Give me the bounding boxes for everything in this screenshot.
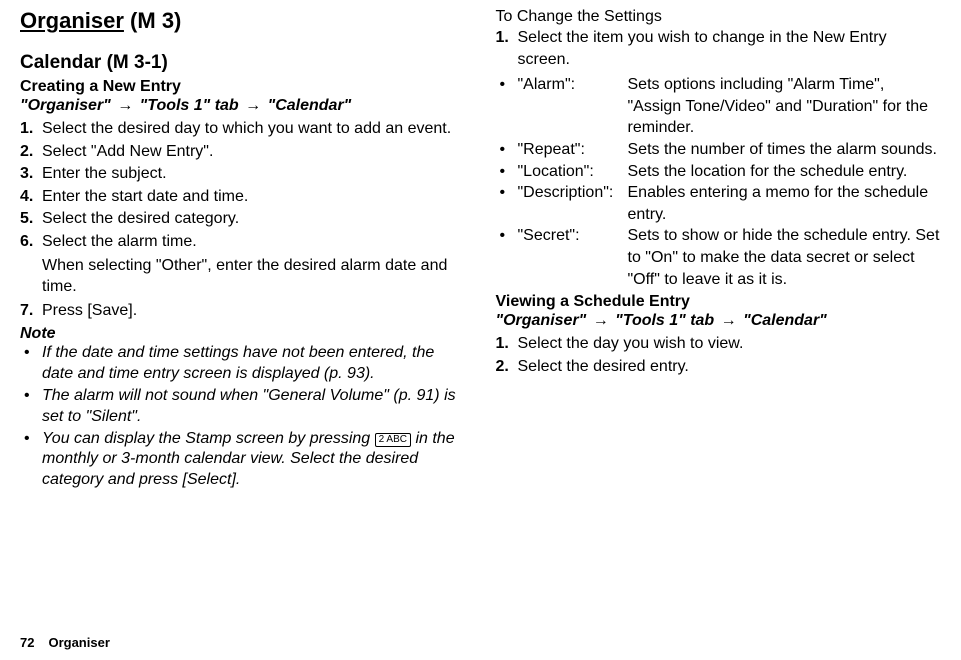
key-2-icon: 2 ABC bbox=[375, 433, 411, 447]
note-item: The alarm will not sound when "General V… bbox=[20, 386, 466, 428]
creating-title: Creating a New Entry bbox=[20, 78, 466, 96]
note-item: If the date and time settings have not b… bbox=[20, 343, 466, 385]
step-item: Select the desired day to which you want… bbox=[20, 118, 466, 140]
arrow-icon: → bbox=[117, 97, 133, 114]
setting-term: "Alarm": bbox=[518, 74, 628, 139]
setting-row: "Alarm": Sets options including "Alarm T… bbox=[496, 74, 942, 139]
arrow-icon: → bbox=[721, 312, 737, 329]
setting-row: "Description": Enables entering a memo f… bbox=[496, 182, 942, 225]
setting-term: "Location": bbox=[518, 161, 628, 183]
calendar-heading: Calendar (M 3-1) bbox=[20, 52, 466, 74]
setting-desc: Sets the number of times the alarm sound… bbox=[628, 139, 942, 161]
change-settings-title: To Change the Settings bbox=[496, 8, 942, 26]
step-item: Select the day you wish to view. bbox=[496, 333, 942, 355]
note-item: You can display the Stamp screen by pres… bbox=[20, 429, 466, 491]
page-footer: 72 Organiser bbox=[20, 635, 110, 650]
step-item: Enter the subject. bbox=[20, 163, 466, 185]
nav2: "Tools 1" tab bbox=[615, 312, 714, 329]
page-number: 72 bbox=[20, 635, 34, 650]
setting-term: "Description": bbox=[518, 182, 628, 225]
nav-path-creating: "Organiser" → "Tools 1" tab → "Calendar" bbox=[20, 97, 466, 115]
nav3: "Calendar" bbox=[268, 97, 352, 114]
step-item: Select the item you wish to change in th… bbox=[496, 27, 942, 70]
nav1: "Organiser" bbox=[20, 97, 111, 114]
step-item: Enter the start date and time. bbox=[20, 186, 466, 208]
nav-path-viewing: "Organiser" → "Tools 1" tab → "Calendar" bbox=[496, 312, 942, 330]
setting-desc: Sets to show or hide the schedule entry.… bbox=[628, 225, 942, 290]
step6-note: When selecting "Other", enter the desire… bbox=[20, 255, 466, 298]
step-item: Select "Add New Entry". bbox=[20, 141, 466, 163]
page-heading: Organiser (M 3) bbox=[20, 8, 466, 34]
setting-term: "Secret": bbox=[518, 225, 628, 290]
nav2: "Tools 1" tab bbox=[140, 97, 239, 114]
change-steps: Select the item you wish to change in th… bbox=[496, 27, 942, 70]
nav3: "Calendar" bbox=[743, 312, 827, 329]
setting-row: "Secret": Sets to show or hide the sched… bbox=[496, 225, 942, 290]
arrow-icon: → bbox=[593, 312, 609, 329]
step-item: Select the alarm time. bbox=[20, 231, 466, 253]
setting-row: "Location": Sets the location for the sc… bbox=[496, 161, 942, 183]
setting-desc: Enables entering a memo for the schedule… bbox=[628, 182, 942, 225]
setting-term: "Repeat": bbox=[518, 139, 628, 161]
setting-desc: Sets the location for the schedule entry… bbox=[628, 161, 942, 183]
note3-part1: You can display the Stamp screen by pres… bbox=[42, 430, 375, 447]
creating-steps: Select the desired day to which you want… bbox=[20, 118, 466, 253]
heading-suffix: (M 3) bbox=[124, 8, 181, 33]
creating-steps-cont: Press [Save]. bbox=[20, 300, 466, 322]
arrow-icon: → bbox=[245, 97, 261, 114]
footer-section: Organiser bbox=[48, 635, 109, 650]
step-item: Select the desired entry. bbox=[496, 356, 942, 378]
viewing-steps: Select the day you wish to view. Select … bbox=[496, 333, 942, 377]
note-label: Note bbox=[20, 325, 466, 343]
notes-list: If the date and time settings have not b… bbox=[20, 343, 466, 491]
setting-desc: Sets options including "Alarm Time", "As… bbox=[628, 74, 942, 139]
setting-row: "Repeat": Sets the number of times the a… bbox=[496, 139, 942, 161]
viewing-title: Viewing a Schedule Entry bbox=[496, 293, 942, 311]
settings-list: "Alarm": Sets options including "Alarm T… bbox=[496, 74, 942, 290]
step-item: Select the desired category. bbox=[20, 208, 466, 230]
nav1: "Organiser" bbox=[496, 312, 587, 329]
heading-underline: Organiser bbox=[20, 8, 124, 33]
step-item: Press [Save]. bbox=[20, 300, 466, 322]
